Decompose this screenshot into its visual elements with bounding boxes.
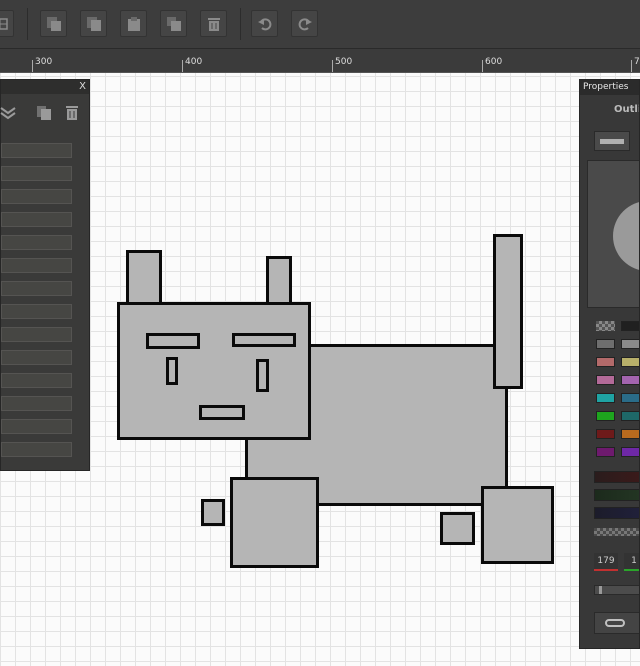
duplicate-button[interactable] — [80, 10, 107, 37]
color-swatch[interactable] — [596, 429, 615, 439]
recent-color-bar[interactable] — [594, 471, 639, 483]
color-swatch[interactable] — [596, 411, 615, 421]
close-button[interactable]: X — [79, 81, 86, 92]
color-swatch[interactable] — [621, 411, 639, 421]
red-value-field[interactable]: 179 — [594, 553, 618, 571]
ruler-label: 400 — [185, 57, 203, 67]
line-style-icon — [600, 139, 624, 144]
brow-right-rect[interactable] — [232, 333, 296, 347]
ruler-tick — [631, 60, 632, 72]
layer-row[interactable] — [1, 304, 72, 319]
color-swatch[interactable] — [621, 339, 639, 349]
slider-handle[interactable] — [599, 586, 602, 594]
ruler-label: 600 — [485, 57, 503, 67]
outline-style-button[interactable] — [594, 131, 630, 151]
ruler-label: 500 — [335, 57, 353, 67]
copy-icon — [47, 17, 61, 31]
color-swatch[interactable] — [621, 429, 639, 439]
toolbar-separator — [240, 8, 241, 40]
color-preview-area[interactable] — [587, 160, 639, 308]
delete-icon — [66, 106, 78, 120]
layer-row[interactable] — [1, 373, 72, 388]
color-wheel-icon — [613, 202, 639, 270]
duplicate-icon — [87, 17, 101, 31]
paste-button[interactable] — [120, 10, 147, 37]
layer-row[interactable] — [1, 396, 72, 411]
color-swatch[interactable] — [596, 357, 615, 367]
toolbar-separator — [27, 8, 28, 40]
back-paw-rect[interactable] — [440, 512, 475, 545]
red-value: 179 — [597, 556, 615, 566]
color-swatch[interactable] — [596, 339, 615, 349]
layer-row[interactable] — [1, 419, 72, 434]
layer-row[interactable] — [1, 189, 72, 204]
green-value: 1 — [631, 556, 637, 566]
recent-color-bar[interactable] — [594, 489, 639, 501]
clone-button[interactable] — [160, 10, 187, 37]
table-button[interactable] — [0, 10, 14, 37]
layer-row[interactable] — [1, 327, 72, 342]
properties-panel: Properties Outlin 179 1 — [579, 79, 640, 649]
layer-row[interactable] — [1, 258, 72, 273]
color-swatch[interactable] — [621, 393, 639, 403]
color-swatch[interactable] — [596, 375, 615, 385]
color-swatch[interactable] — [621, 447, 639, 457]
redo-button[interactable] — [291, 10, 318, 37]
collapse-button[interactable] — [0, 104, 19, 122]
redo-icon — [298, 18, 312, 31]
panel-header: X — [1, 80, 89, 94]
link-icon — [605, 619, 625, 627]
ruler-tick — [32, 60, 33, 72]
ruler-tick — [482, 60, 483, 72]
chevron-double-down-icon — [0, 107, 16, 120]
delete-button[interactable] — [200, 10, 227, 37]
color-swatch[interactable] — [621, 321, 639, 331]
layer-row[interactable] — [1, 143, 72, 158]
swatch-grid — [580, 318, 639, 468]
undo-button[interactable] — [251, 10, 278, 37]
layers-panel: X — [0, 79, 90, 471]
color-swatch[interactable] — [621, 357, 639, 367]
copy-icon — [37, 106, 51, 120]
outline-label: Outlin — [614, 104, 639, 115]
front-paw-rect[interactable] — [201, 499, 225, 526]
table-icon — [0, 18, 8, 30]
layer-row[interactable] — [1, 166, 72, 181]
eye-right-rect[interactable] — [256, 359, 269, 392]
color-swatch[interactable] — [596, 393, 615, 403]
front-leg-rect[interactable] — [230, 477, 319, 568]
attach-button[interactable] — [594, 612, 639, 634]
clone-icon — [167, 17, 181, 31]
back-leg-rect[interactable] — [481, 486, 554, 564]
tail-rect[interactable] — [493, 234, 523, 389]
undo-icon — [258, 18, 272, 31]
ruler-label: 7 — [634, 57, 640, 67]
ruler-tick — [332, 60, 333, 72]
horizontal-ruler: 300 400 500 600 7 — [0, 49, 640, 73]
layer-row[interactable] — [1, 350, 72, 365]
layer-row[interactable] — [1, 235, 72, 250]
eye-left-rect[interactable] — [166, 357, 178, 385]
green-value-field[interactable]: 1 — [624, 553, 639, 571]
layer-row[interactable] — [1, 442, 72, 457]
layer-delete-button[interactable] — [63, 104, 81, 122]
transparent-swatch[interactable] — [596, 321, 615, 331]
color-swatch[interactable] — [596, 447, 615, 457]
properties-title: Properties — [580, 80, 639, 95]
ruler-tick — [182, 60, 183, 72]
recent-color-bar[interactable] — [594, 507, 639, 519]
brow-left-rect[interactable] — [146, 333, 200, 349]
copy-button[interactable] — [40, 10, 67, 37]
delete-icon — [208, 18, 220, 31]
mouth-rect[interactable] — [199, 405, 245, 420]
color-swatch[interactable] — [621, 375, 639, 385]
opacity-slider[interactable] — [594, 585, 639, 595]
layer-row[interactable] — [1, 212, 72, 227]
ruler-label: 300 — [35, 57, 53, 67]
toolbar — [0, 0, 640, 49]
layer-row[interactable] — [1, 281, 72, 296]
layer-copy-button[interactable] — [35, 104, 53, 122]
paste-icon — [128, 17, 140, 31]
opacity-strip[interactable] — [594, 528, 639, 536]
